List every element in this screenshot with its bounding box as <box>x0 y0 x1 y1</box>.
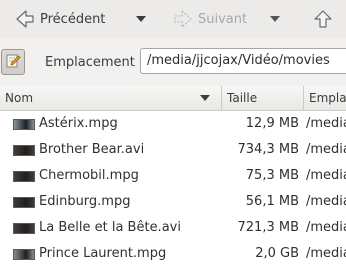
forward-label: Suivant <box>198 11 248 27</box>
file-row[interactable]: La Belle et la Bête.avi 721,3 MB /media <box>0 215 346 241</box>
forward-history-dropdown[interactable] <box>270 6 280 32</box>
pencil-icon <box>5 53 21 72</box>
file-name: Astérix.mpg <box>39 116 118 131</box>
location-bar: Emplacement : /media/jjcojax/Vidéo/movie… <box>0 44 346 80</box>
file-name: La Belle et la Bête.avi <box>39 220 181 235</box>
location-label: Emplacement : <box>45 55 144 70</box>
file-row[interactable]: Chermobil.mpg 75,3 MB /media <box>0 163 346 189</box>
column-header-size-label: Taille <box>227 91 258 105</box>
file-location: /media <box>306 220 346 235</box>
file-size: 12,9 MB <box>245 116 299 131</box>
file-list: Nom Taille Empla Astérix.mpg 12,9 MB /me… <box>0 86 346 270</box>
parent-folder-button[interactable] <box>312 6 334 32</box>
column-header-name[interactable]: Nom <box>0 86 222 110</box>
column-header-name-label: Nom <box>5 91 34 105</box>
video-thumbnail-icon <box>13 197 35 208</box>
video-thumbnail-icon <box>13 119 35 130</box>
forward-button[interactable]: Suivant <box>172 6 247 32</box>
file-location: /media <box>306 116 346 131</box>
file-size: 56,1 MB <box>245 194 299 209</box>
back-button[interactable]: Précédent <box>14 6 105 32</box>
video-thumbnail-icon <box>13 223 35 234</box>
arrow-left-icon <box>14 8 36 30</box>
edit-location-toggle[interactable] <box>1 49 25 75</box>
back-label: Précédent <box>40 11 106 27</box>
file-row[interactable]: Astérix.mpg 12,9 MB /media <box>0 111 346 137</box>
file-name: Prince Laurent.mpg <box>39 246 167 261</box>
sort-descending-icon <box>200 95 210 101</box>
file-size: 721,3 MB <box>237 220 299 235</box>
file-location: /media <box>306 142 346 157</box>
video-thumbnail-icon <box>13 145 35 156</box>
file-row[interactable]: Prince Laurent.mpg 2,0 GB /media <box>0 241 346 267</box>
file-location: /media <box>306 168 346 183</box>
column-header-location-label: Empla <box>309 91 346 105</box>
file-size: 2,0 GB <box>255 246 299 261</box>
chevron-down-icon <box>270 16 280 22</box>
arrow-up-icon <box>312 8 334 30</box>
file-name: Chermobil.mpg <box>39 168 139 183</box>
column-header-location[interactable]: Empla <box>304 86 346 110</box>
column-header-size[interactable]: Taille <box>222 86 304 110</box>
file-row[interactable]: Edinburg.mpg 56,1 MB /media <box>0 189 346 215</box>
location-input[interactable]: /media/jjcojax/Vidéo/movies <box>140 48 346 74</box>
column-header-row: Nom Taille Empla <box>0 86 346 111</box>
file-name: Brother Bear.avi <box>39 142 145 157</box>
arrow-right-icon <box>172 8 194 30</box>
file-size: 734,3 MB <box>237 142 299 157</box>
video-thumbnail-icon <box>13 171 35 182</box>
file-name: Edinburg.mpg <box>39 194 131 209</box>
chevron-down-icon <box>136 16 146 22</box>
file-size: 75,3 MB <box>245 168 299 183</box>
file-location: /media <box>306 246 346 261</box>
video-thumbnail-icon <box>13 249 35 260</box>
file-location: /media <box>306 194 346 209</box>
file-row[interactable]: Brother Bear.avi 734,3 MB /media <box>0 137 346 163</box>
toolbar: Précédent Suivant <box>0 0 346 38</box>
back-history-dropdown[interactable] <box>136 6 146 32</box>
